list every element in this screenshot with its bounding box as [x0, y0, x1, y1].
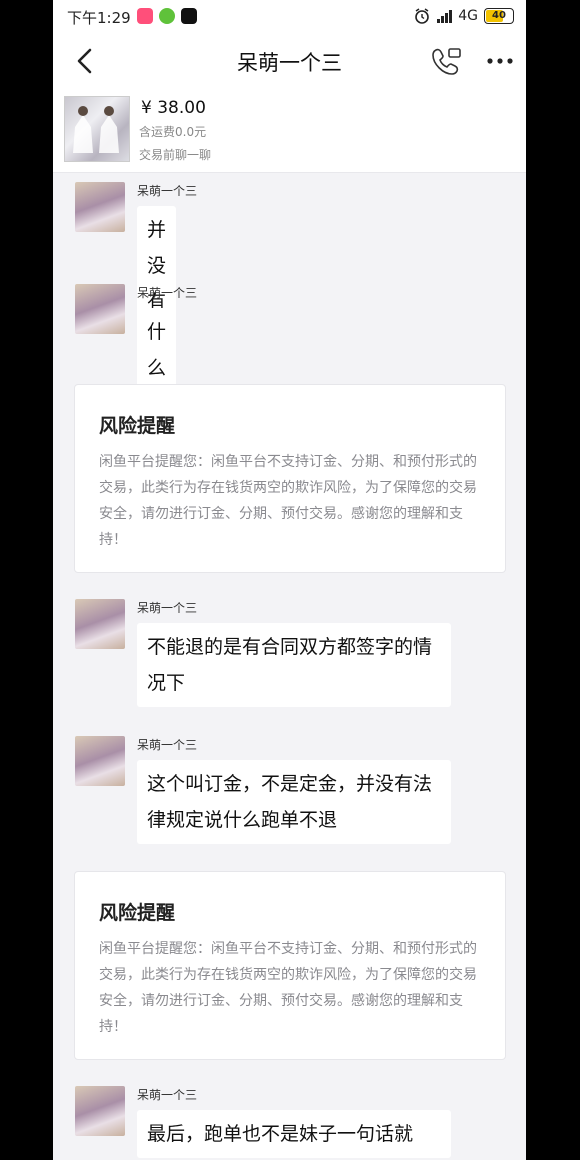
- sender-name: 呆萌一个三: [137, 1088, 198, 1102]
- risk-notice-title: 风险提醒: [99, 902, 176, 924]
- risk-notice-text: 闲鱼平台提醒您：闲鱼平台不支持订金、分期、和预付形式的交易，此类行为存在钱货两空…: [99, 454, 477, 548]
- message-bubble[interactable]: 这个叫订金，不是定金，并没有法律规定说什么跑单不退: [137, 760, 451, 844]
- risk-notice-card: 风险提醒 闲鱼平台提醒您：闲鱼平台不支持订金、分期、和预付形式的交易，此类行为存…: [74, 384, 506, 573]
- voice-call-icon[interactable]: [431, 46, 463, 76]
- product-price: ¥ 38.00: [141, 98, 206, 118]
- risk-notice-card: 风险提醒 闲鱼平台提醒您：闲鱼平台不支持订金、分期、和预付形式的交易，此类行为存…: [74, 871, 506, 1060]
- risk-notice-text: 闲鱼平台提醒您：闲鱼平台不支持订金、分期、和预付形式的交易，此类行为存在钱货两空…: [99, 941, 477, 1035]
- sender-name: 呆萌一个三: [137, 286, 198, 300]
- risk-notice-title: 风险提醒: [99, 415, 176, 437]
- status-time: 下午1:29: [67, 9, 131, 27]
- more-icon[interactable]: [485, 48, 515, 74]
- signal-icon: [437, 9, 453, 23]
- notification-app-icon: [137, 8, 153, 24]
- avatar[interactable]: [75, 284, 125, 334]
- chat-screen: 下午1:29 4G 40 呆萌一个三 ¥ 38.00 含运费0.0元 交易前聊一…: [53, 0, 526, 1160]
- avatar[interactable]: [75, 736, 125, 786]
- sender-name: 呆萌一个三: [137, 184, 198, 198]
- message-bubble[interactable]: 最后，跑单也不是妹子一句话就: [137, 1110, 451, 1158]
- status-bar: 下午1:29 4G 40: [53, 0, 526, 34]
- shipping-info: 含运费0.0元: [139, 125, 207, 139]
- top-nav-bar: 呆萌一个三: [53, 34, 526, 88]
- sender-name: 呆萌一个三: [137, 738, 198, 752]
- sender-name: 呆萌一个三: [137, 601, 198, 615]
- product-card[interactable]: ¥ 38.00 含运费0.0元 交易前聊一聊: [53, 88, 526, 173]
- network-type: 4G: [458, 8, 478, 24]
- tiktok-icon: [181, 8, 197, 24]
- avatar[interactable]: [75, 599, 125, 649]
- avatar[interactable]: [75, 182, 125, 232]
- avatar[interactable]: [75, 1086, 125, 1136]
- chat-hint: 交易前聊一聊: [139, 148, 212, 162]
- product-image[interactable]: [64, 96, 130, 162]
- battery-icon: 40: [484, 8, 514, 24]
- message-bubble[interactable]: 不能退的是有合同双方都签字的情况下: [137, 623, 451, 707]
- alarm-icon: [415, 8, 430, 24]
- notification-app-icon: [159, 8, 175, 24]
